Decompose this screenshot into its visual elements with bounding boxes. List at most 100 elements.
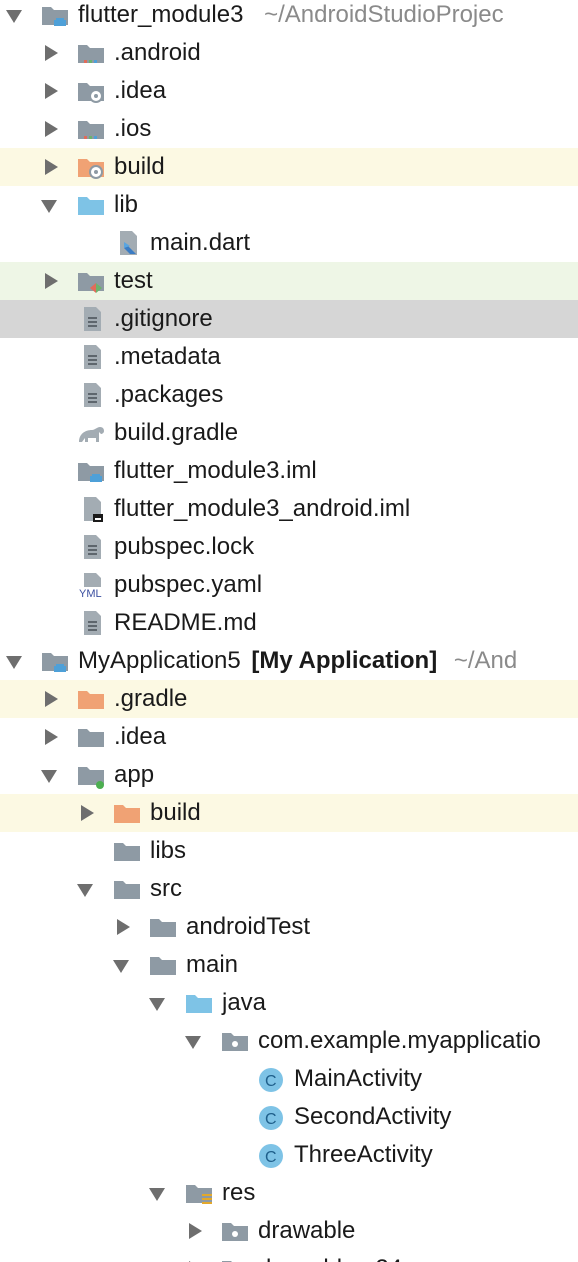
tree-row-src[interactable]: src [0, 870, 578, 908]
class-icon: C [256, 1102, 286, 1132]
folder-gray-icon [76, 722, 106, 752]
text-file-icon [78, 380, 108, 410]
tree-row-androidtest[interactable]: androidTest [0, 908, 578, 946]
class-icon: C [256, 1064, 286, 1094]
tree-row-label: lib [114, 191, 139, 218]
tree-row-secondactivity[interactable]: C SecondActivity [0, 1098, 578, 1136]
svg-text:YML: YML [79, 588, 102, 600]
folder-gray-icon [112, 874, 142, 904]
folder-gray-icon [112, 836, 142, 866]
tree-row-label: MainActivity [294, 1065, 423, 1092]
chevron-down-icon[interactable] [185, 1036, 201, 1049]
chevron-right-icon[interactable] [45, 121, 58, 137]
chevron-down-icon[interactable] [113, 960, 129, 973]
folder-orange-gear-icon [76, 152, 106, 182]
chevron-down-icon[interactable] [41, 770, 57, 783]
chevron-right-icon[interactable] [45, 45, 58, 61]
tree-row-build[interactable]: build [0, 148, 578, 186]
package-icon [220, 1026, 250, 1056]
chevron-down-icon[interactable] [149, 998, 165, 1011]
chevron-right-icon[interactable] [81, 805, 94, 821]
tree-row-label: com.example.myapplicatio [258, 1027, 541, 1054]
tree-row-label: SecondActivity [294, 1103, 452, 1130]
gradle-icon [76, 418, 106, 448]
tree-row-android[interactable]: .android [0, 34, 578, 72]
tree-row-label: res [222, 1179, 256, 1206]
chevron-right-icon[interactable] [45, 729, 58, 745]
tree-row-idea-2[interactable]: .idea [0, 718, 578, 756]
tree-row-label: libs [150, 837, 187, 864]
folder-test-icon [76, 266, 106, 296]
tree-row-java[interactable]: java [0, 984, 578, 1022]
tree-row-gradle[interactable]: .gradle [0, 680, 578, 718]
tree-row-label: .ios [114, 115, 152, 142]
module-name: [My Application] [251, 647, 438, 674]
folder-app-icon [76, 760, 106, 790]
tree-row-main[interactable]: main [0, 946, 578, 984]
tree-row-label: src [150, 875, 182, 902]
tree-row-label: main.dart [150, 229, 251, 256]
chevron-right-icon[interactable] [45, 159, 58, 175]
tree-row-app-build[interactable]: build [0, 794, 578, 832]
chevron-down-icon[interactable] [149, 1188, 165, 1201]
folder-dotted-icon [76, 38, 106, 68]
tree-row-metadata[interactable]: .metadata [0, 338, 578, 376]
module-folder-icon [40, 646, 70, 676]
tree-row-app[interactable]: app [0, 756, 578, 794]
tree-row-label: build.gradle [114, 419, 239, 446]
tree-row-flutter-module3[interactable]: flutter_module3 ~/AndroidStudioProjec [0, 0, 578, 34]
chevron-down-icon[interactable] [77, 884, 93, 897]
tree-row-flutter-module3-android-iml[interactable]: flutter_module3_android.iml [0, 490, 578, 528]
tree-row-label: flutter_module3 [78, 1, 244, 28]
chevron-right-icon[interactable] [117, 919, 130, 935]
tree-row-label: drawable [258, 1217, 356, 1244]
tree-row-label: .packages [114, 381, 224, 408]
chevron-right-icon[interactable] [45, 691, 58, 707]
tree-row-flutter-module3-iml[interactable]: flutter_module3.iml [0, 452, 578, 490]
text-file-icon [78, 342, 108, 372]
tree-row-idea[interactable]: .idea [0, 72, 578, 110]
tree-row-pubspec-lock[interactable]: pubspec.lock [0, 528, 578, 566]
tree-row-mainactivity[interactable]: C MainActivity [0, 1060, 578, 1098]
tree-row-label: build [114, 153, 165, 180]
tree-row-label: main [186, 951, 239, 978]
folder-blue-icon [76, 190, 106, 220]
tree-row-main-dart[interactable]: main.dart [0, 224, 578, 262]
tree-row-myapplication5[interactable]: MyApplication5 [My Application] ~/And [0, 642, 578, 680]
tree-row-drawable-v24[interactable]: drawable-v24 [0, 1250, 578, 1262]
tree-row-label: drawable-v24 [258, 1254, 402, 1262]
tree-row-libs[interactable]: libs [0, 832, 578, 870]
tree-row-test[interactable]: test [0, 262, 578, 300]
tree-row-label: androidTest [186, 913, 311, 940]
chevron-down-icon[interactable] [6, 656, 22, 669]
chevron-down-icon[interactable] [6, 10, 22, 23]
tree-row-label: flutter_module3_android.iml [114, 495, 411, 522]
class-icon: C [256, 1140, 286, 1170]
chevron-right-icon[interactable] [45, 83, 58, 99]
tree-row-label: MyApplication5 [78, 647, 241, 674]
tree-row-label: java [222, 989, 267, 1016]
folder-orange-icon [112, 798, 142, 828]
chevron-right-icon[interactable] [189, 1223, 202, 1239]
chevron-right-icon[interactable] [45, 273, 58, 289]
svg-text:C: C [265, 1149, 277, 1166]
tree-row-label: .android [114, 39, 201, 66]
tree-row-lib[interactable]: lib [0, 186, 578, 224]
tree-row-label: pubspec.yaml [114, 571, 263, 598]
tree-row-label: .idea [114, 723, 167, 750]
tree-row-build-gradle[interactable]: build.gradle [0, 414, 578, 452]
project-path: ~/AndroidStudioProjec [264, 1, 504, 28]
tree-row-pubspec-yaml[interactable]: YML pubspec.yaml [0, 566, 578, 604]
tree-row-package[interactable]: com.example.myapplicatio [0, 1022, 578, 1060]
tree-row-drawable[interactable]: drawable [0, 1212, 578, 1250]
tree-row-res[interactable]: res [0, 1174, 578, 1212]
tree-row-threeactivity[interactable]: C ThreeActivity [0, 1136, 578, 1174]
folder-res-icon [184, 1178, 214, 1208]
tree-row-readme[interactable]: README.md [0, 604, 578, 642]
module-folder-icon [76, 456, 106, 486]
tree-row-gitignore[interactable]: .gitignore [0, 300, 578, 338]
tree-row-packages[interactable]: .packages [0, 376, 578, 414]
tree-row-ios[interactable]: .ios [0, 110, 578, 148]
chevron-down-icon[interactable] [41, 200, 57, 213]
module-folder-icon [40, 0, 70, 30]
